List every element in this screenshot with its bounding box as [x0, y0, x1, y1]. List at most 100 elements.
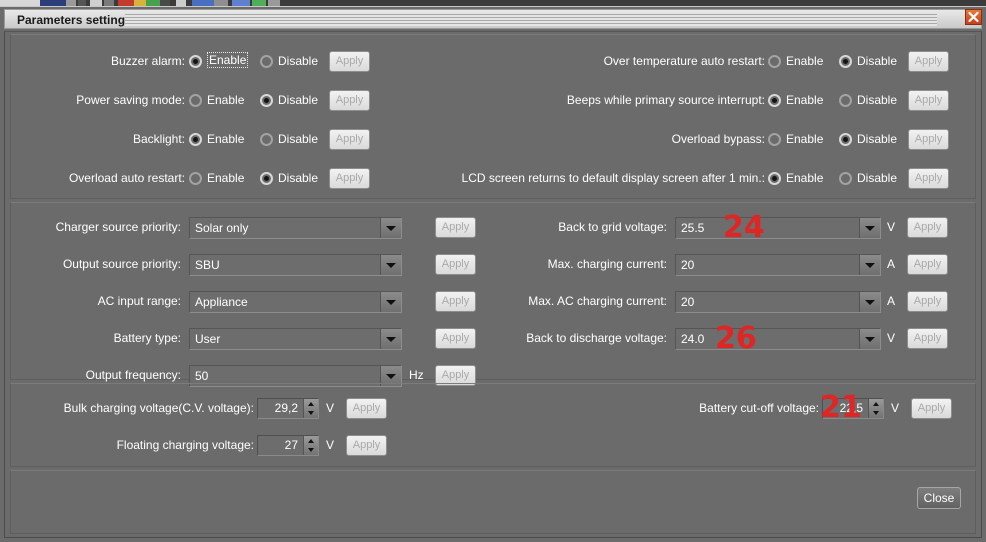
- radio-disable[interactable]: [260, 172, 273, 185]
- stepper-buttons[interactable]: [303, 436, 318, 455]
- apply-button[interactable]: Apply: [435, 328, 476, 349]
- output-source-priority-select[interactable]: SBU: [189, 254, 402, 276]
- radio-enable[interactable]: [189, 133, 202, 146]
- row-label: Overload auto restart:: [68, 171, 185, 185]
- max-charging-current-select[interactable]: 20: [675, 254, 881, 276]
- battery-type-select[interactable]: User: [189, 328, 402, 350]
- radio-disable-label[interactable]: Disable: [278, 171, 318, 185]
- apply-button[interactable]: Apply: [346, 435, 387, 456]
- stepper-buttons[interactable]: [868, 399, 883, 418]
- row-label: Backlight:: [132, 132, 185, 146]
- row-label: Output frequency:: [85, 368, 181, 382]
- apply-button[interactable]: Apply: [435, 254, 476, 275]
- apply-button[interactable]: Apply: [911, 398, 952, 419]
- radio-disable-label[interactable]: Disable: [278, 132, 318, 146]
- caret-down-icon[interactable]: [873, 411, 879, 415]
- radio-enable-label[interactable]: Enable: [786, 171, 823, 185]
- apply-button[interactable]: Apply: [907, 217, 948, 238]
- caret-up-icon[interactable]: [308, 439, 314, 443]
- select-value: 20: [681, 258, 695, 272]
- radio-enable-label[interactable]: Enable: [207, 93, 244, 107]
- radio-disable[interactable]: [839, 133, 852, 146]
- setting-row-over-temperature-auto-restart: Over temperature auto restart: Enable Di…: [411, 49, 971, 75]
- radio-enable[interactable]: [768, 55, 781, 68]
- caret-up-icon[interactable]: [308, 402, 314, 406]
- radio-enable[interactable]: [189, 55, 202, 68]
- apply-button[interactable]: Apply: [908, 51, 949, 72]
- radio-disable[interactable]: [839, 94, 852, 107]
- caret-down-icon[interactable]: [308, 448, 314, 452]
- page-title: Parameters setting: [17, 13, 126, 27]
- unit-label: V: [326, 438, 335, 452]
- apply-button[interactable]: Apply: [908, 90, 949, 111]
- chevron-down-icon[interactable]: [859, 255, 880, 275]
- radio-disable[interactable]: [839, 172, 852, 185]
- chevron-down-icon[interactable]: [380, 218, 401, 238]
- battery-cut-off-voltage-stepper[interactable]: 22,5: [822, 398, 884, 419]
- radio-disable-label[interactable]: Disable: [857, 54, 897, 68]
- apply-button[interactable]: Apply: [435, 217, 476, 238]
- max-ac-charging-current-select[interactable]: 20: [675, 291, 881, 313]
- ac-input-range-select[interactable]: Appliance: [189, 291, 402, 313]
- radio-disable-label[interactable]: Disable: [278, 54, 318, 68]
- stepper-buttons[interactable]: [303, 399, 318, 418]
- apply-button[interactable]: Apply: [908, 129, 949, 150]
- caret-up-icon[interactable]: [873, 402, 879, 406]
- radio-enable[interactable]: [768, 172, 781, 185]
- back-to-discharge-voltage-select[interactable]: 24.0: [675, 328, 881, 350]
- radio-enable-label[interactable]: Enable: [786, 54, 823, 68]
- row-label: Over temperature auto restart:: [603, 54, 765, 68]
- setting-row-back-to-grid-voltage: Back to grid voltage: 25.5 V Apply 24: [501, 213, 971, 243]
- floating-charging-voltage-stepper[interactable]: 27: [257, 435, 319, 456]
- row-label: Max. AC charging current:: [528, 294, 667, 308]
- chevron-down-icon[interactable]: [380, 255, 401, 275]
- chevron-down-icon[interactable]: [859, 218, 880, 238]
- radio-enable[interactable]: [189, 172, 202, 185]
- apply-button[interactable]: Apply: [907, 328, 948, 349]
- select-value: 25.5: [681, 221, 705, 235]
- setting-row-floating-charging-voltage: Floating charging voltage: 27 V Apply: [11, 433, 411, 459]
- close-x-icon[interactable]: [965, 9, 982, 25]
- radio-disable[interactable]: [260, 133, 273, 146]
- radio-disable-label[interactable]: Disable: [278, 93, 318, 107]
- row-label: Battery type:: [113, 331, 181, 345]
- chevron-down-icon[interactable]: [859, 292, 880, 312]
- apply-button[interactable]: Apply: [435, 291, 476, 312]
- radio-disable-label[interactable]: Disable: [857, 93, 897, 107]
- apply-button[interactable]: Apply: [907, 254, 948, 275]
- row-label: Beeps while primary source interrupt:: [566, 93, 765, 107]
- radio-enable[interactable]: [768, 94, 781, 107]
- radio-enable[interactable]: [768, 133, 781, 146]
- radio-enable[interactable]: [189, 94, 202, 107]
- apply-button[interactable]: Apply: [329, 129, 370, 150]
- chevron-down-icon[interactable]: [380, 329, 401, 349]
- back-to-grid-voltage-select[interactable]: 25.5: [675, 217, 881, 239]
- apply-button[interactable]: Apply: [907, 291, 948, 312]
- caret-down-icon[interactable]: [308, 411, 314, 415]
- apply-button[interactable]: Apply: [329, 168, 370, 189]
- apply-button[interactable]: Apply: [329, 51, 370, 72]
- row-label: Back to grid voltage:: [558, 220, 667, 234]
- radio-disable[interactable]: [839, 55, 852, 68]
- apply-button[interactable]: Apply: [329, 90, 370, 111]
- radio-disable-label[interactable]: Disable: [857, 132, 897, 146]
- chevron-down-icon[interactable]: [859, 329, 880, 349]
- radio-enable-label[interactable]: Enable: [207, 52, 249, 68]
- radio-disable[interactable]: [260, 94, 273, 107]
- radio-disable[interactable]: [260, 55, 273, 68]
- voltage-section: Bulk charging voltage(C.V. voltage): 29,…: [10, 383, 976, 467]
- charger-source-priority-select[interactable]: Solar only: [189, 217, 402, 239]
- radio-enable-label[interactable]: Enable: [207, 171, 244, 185]
- radio-enable-label[interactable]: Enable: [786, 132, 823, 146]
- unit-label: V: [326, 401, 335, 415]
- close-button[interactable]: Close: [917, 487, 961, 509]
- apply-button[interactable]: Apply: [908, 168, 949, 189]
- apply-button[interactable]: Apply: [346, 398, 387, 419]
- bulk-charging-voltage-stepper[interactable]: 29,2: [257, 398, 319, 419]
- footer-section: Close: [10, 470, 976, 534]
- radio-enable-label[interactable]: Enable: [207, 132, 244, 146]
- toggles-section: Buzzer alarm: Enable Disable Apply Power…: [10, 34, 976, 199]
- chevron-down-icon[interactable]: [380, 292, 401, 312]
- radio-disable-label[interactable]: Disable: [857, 171, 897, 185]
- radio-enable-label[interactable]: Enable: [786, 93, 823, 107]
